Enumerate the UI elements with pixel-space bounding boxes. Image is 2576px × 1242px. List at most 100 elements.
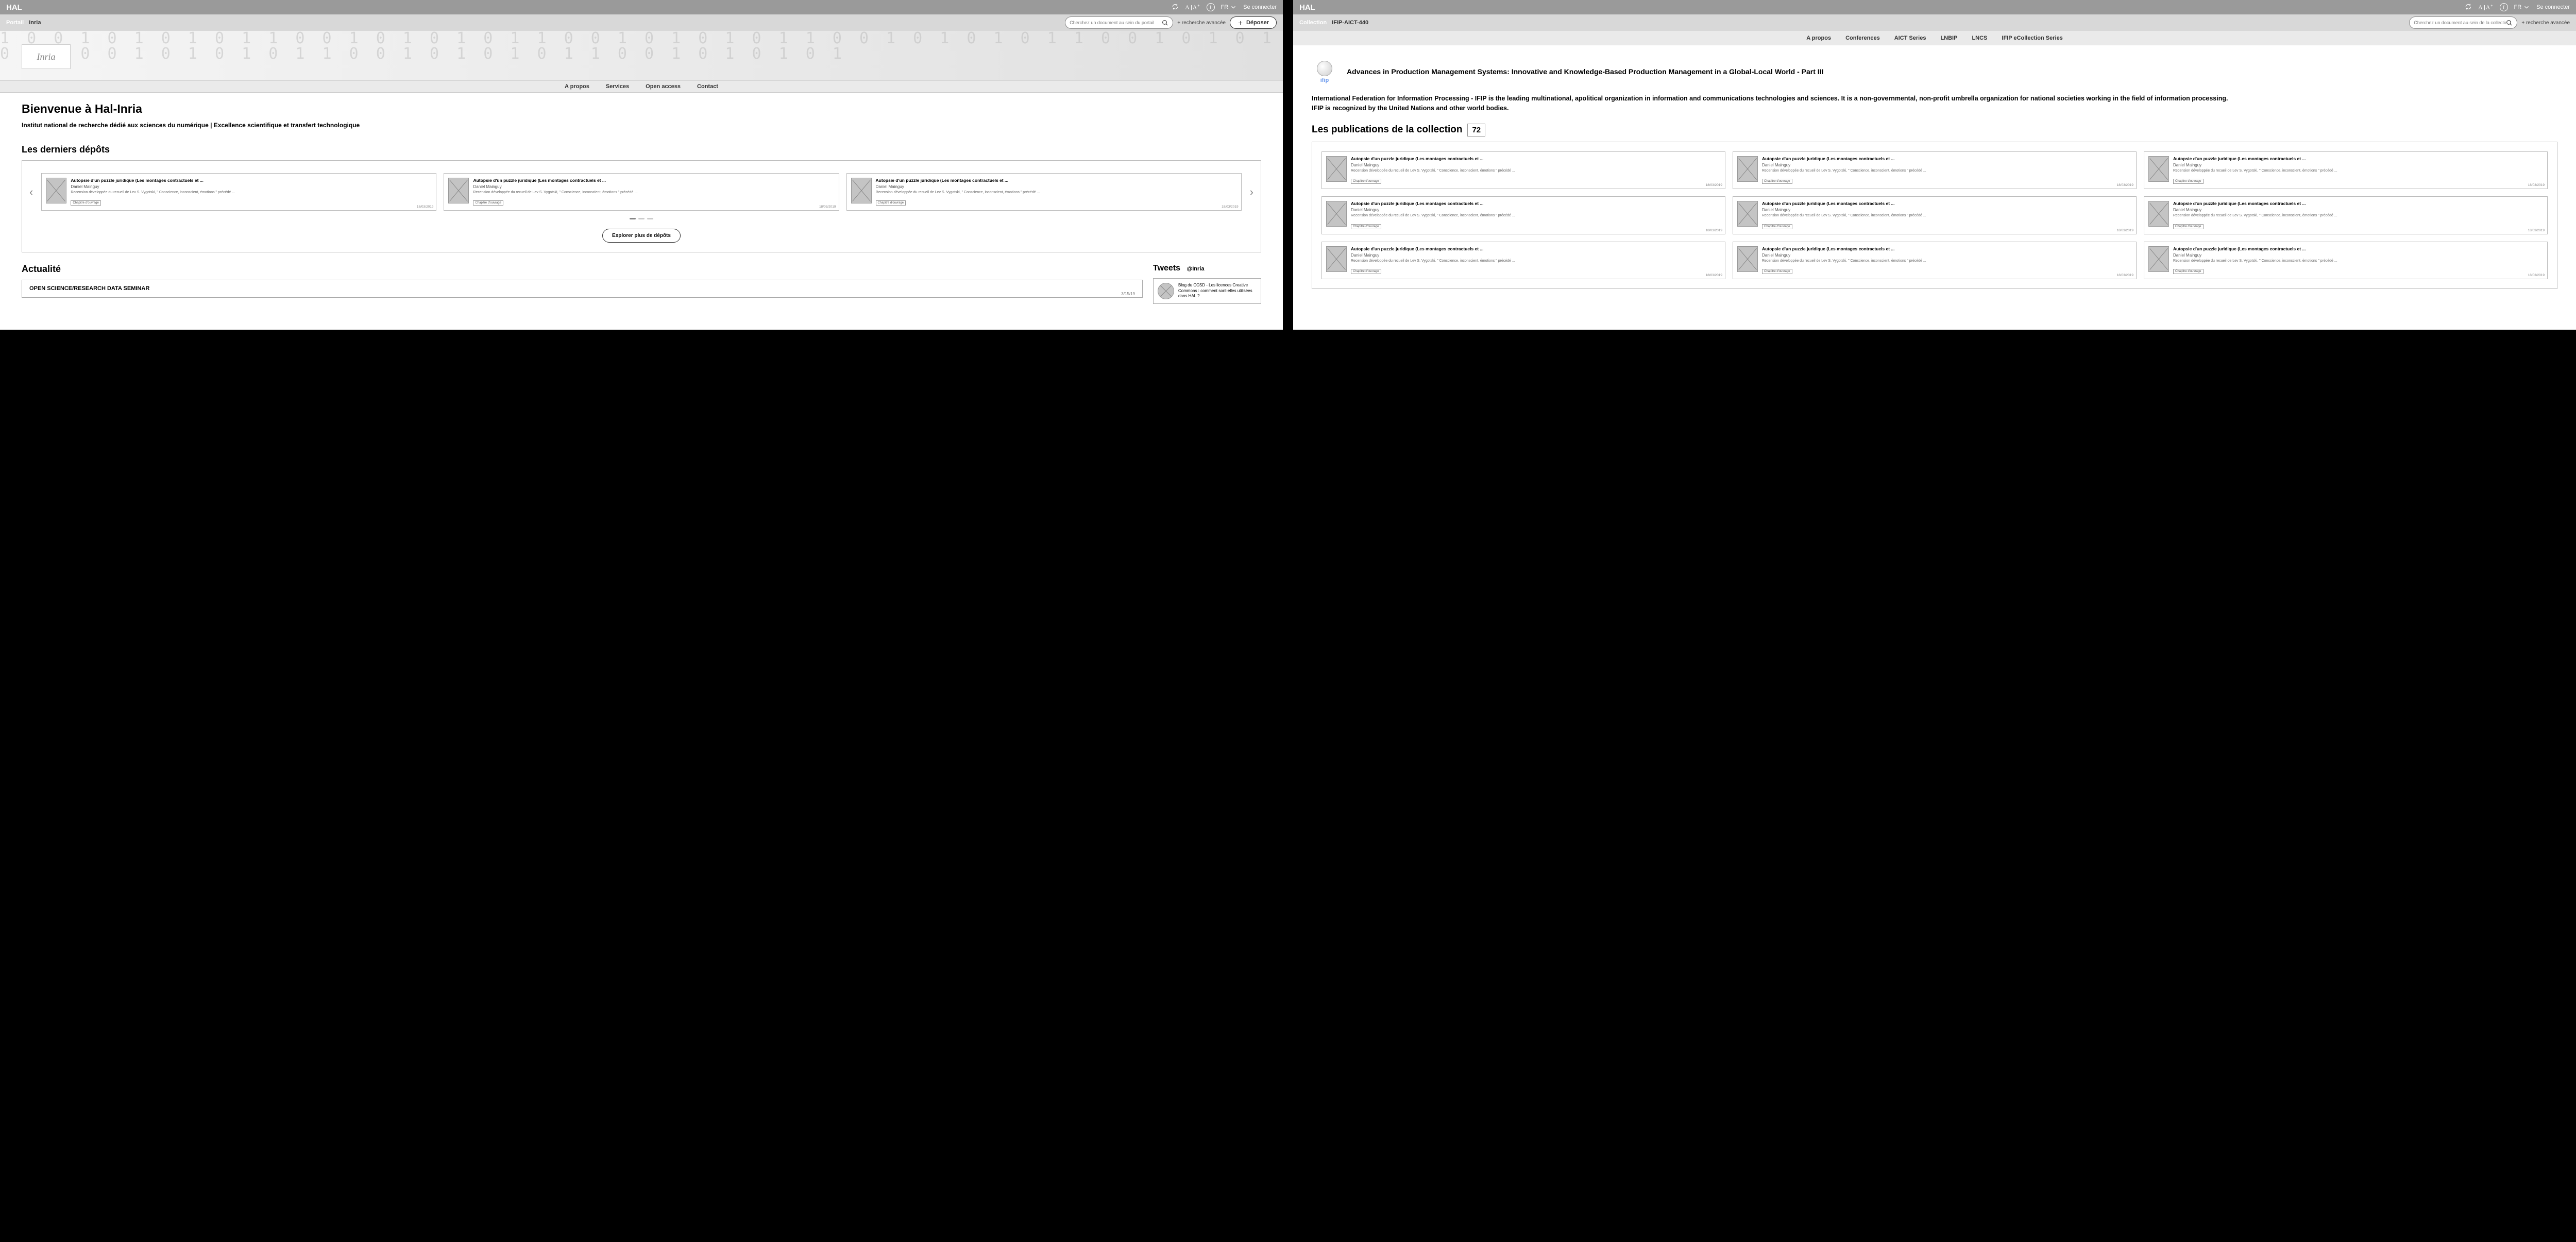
card-description: Recension développée du recueil de Lev S…	[473, 191, 834, 195]
collection-label: Collection	[1299, 20, 1327, 26]
publication-card[interactable]: Autopsie d'un puzzle juridique (Les mont…	[1733, 196, 2137, 234]
card-tag: Chapitre d'ouvrage	[1351, 179, 1381, 184]
deposit-button[interactable]: Déposer	[1230, 16, 1277, 29]
font-size-control[interactable]: AA+	[1185, 4, 1200, 11]
thumbnail	[1326, 156, 1347, 182]
card-date: 18/03/2019	[2528, 274, 2545, 277]
card-description: Recension développée du recueil de Lev S…	[1351, 214, 1721, 218]
banner: Inria	[0, 31, 1283, 80]
avatar	[1158, 283, 1174, 299]
explore-button[interactable]: Explorer plus de dépôts	[602, 229, 681, 243]
nav-conferences[interactable]: Conferences	[1845, 35, 1880, 41]
font-size-control[interactable]: AA+	[2478, 4, 2493, 11]
card-title: Autopsie d'un puzzle juridique (Les mont…	[1351, 201, 1721, 206]
nav-about[interactable]: A propos	[1806, 35, 1831, 41]
publication-card[interactable]: Autopsie d'un puzzle juridique (Les mont…	[846, 173, 1242, 211]
search-input[interactable]	[2414, 20, 2506, 25]
login-link[interactable]: Se connecter	[1243, 4, 1277, 10]
topbar: HAL AA+ i FR Se connecter	[0, 0, 1283, 14]
nav-lncs[interactable]: LNCS	[1972, 35, 1987, 41]
publication-card[interactable]: Autopsie d'un puzzle juridique (Les mont…	[1733, 242, 2137, 280]
carousel-prev[interactable]: ‹	[29, 185, 33, 199]
card-author: Daniel Mainguy	[1762, 253, 2132, 258]
language-selector[interactable]: FR	[1221, 4, 1238, 11]
publication-card[interactable]: Autopsie d'un puzzle juridique (Les mont…	[2144, 242, 2548, 280]
tweets-handle[interactable]: @Inria	[1187, 266, 1205, 272]
search-box[interactable]	[1065, 16, 1173, 29]
globe-icon	[1317, 61, 1332, 76]
card-title: Autopsie d'un puzzle juridique (Les mont…	[1762, 201, 2132, 206]
info-icon[interactable]: i	[2500, 3, 2508, 11]
inria-logo: Inria	[22, 44, 71, 69]
nav-openaccess[interactable]: Open access	[646, 83, 681, 90]
publications-count: 72	[1467, 124, 1485, 137]
nav-ecollection[interactable]: IFIP eCollection Series	[2002, 35, 2062, 41]
card-description: Recension développée du recueil de Lev S…	[1762, 169, 2132, 173]
card-tag: Chapitre d'ouvrage	[2173, 224, 2204, 229]
login-link[interactable]: Se connecter	[2536, 4, 2570, 10]
search-input[interactable]	[1070, 20, 1162, 25]
nav-about[interactable]: A propos	[565, 83, 589, 90]
thumbnail	[1326, 201, 1347, 227]
hal-logo[interactable]: HAL	[6, 3, 1172, 12]
card-author: Daniel Mainguy	[2173, 208, 2543, 212]
news-item[interactable]: OPEN SCIENCE/RESEARCH DATA SEMINAR 3/15/…	[22, 280, 1143, 298]
card-title: Autopsie d'un puzzle juridique (Les mont…	[473, 178, 834, 183]
card-author: Daniel Mainguy	[71, 184, 432, 189]
info-icon[interactable]: i	[1207, 3, 1215, 11]
refresh-icon[interactable]	[2465, 3, 2472, 12]
card-tag: Chapitre d'ouvrage	[876, 200, 906, 206]
card-tag: Chapitre d'ouvrage	[2173, 269, 2204, 274]
card-date: 18/03/2019	[1705, 183, 1722, 187]
card-author: Daniel Mainguy	[1351, 253, 1721, 258]
card-tag: Chapitre d'ouvrage	[2173, 179, 2204, 184]
topbar: HAL AA+ i FR Se connecter	[1293, 0, 2576, 14]
publication-card[interactable]: Autopsie d'un puzzle juridique (Les mont…	[2144, 151, 2548, 190]
search-icon[interactable]	[2506, 20, 2513, 26]
search-box[interactable]	[2409, 16, 2517, 29]
publication-card[interactable]: Autopsie d'un puzzle juridique (Les mont…	[1321, 151, 1725, 190]
tweet-item[interactable]: Blog du CCSD - Les licences Creative Com…	[1153, 278, 1261, 304]
card-description: Recension développée du recueil de Lev S…	[71, 191, 432, 195]
card-tag: Chapitre d'ouvrage	[1762, 179, 1792, 184]
publication-card[interactable]: Autopsie d'un puzzle juridique (Les mont…	[444, 173, 839, 211]
card-date: 18/03/2019	[1705, 274, 1722, 277]
card-date: 18/03/2019	[1705, 229, 1722, 232]
publication-card[interactable]: Autopsie d'un puzzle juridique (Les mont…	[2144, 196, 2548, 234]
language-selector[interactable]: FR	[2514, 4, 2531, 11]
nav-aict[interactable]: AICT Series	[1894, 35, 1926, 41]
card-description: Recension développée du recueil de Lev S…	[1351, 259, 1721, 263]
card-title: Autopsie d'un puzzle juridique (Les mont…	[1351, 156, 1721, 161]
nav-services[interactable]: Services	[606, 83, 629, 90]
ifip-logo: ifip	[1312, 57, 1337, 88]
card-author: Daniel Mainguy	[473, 184, 834, 189]
card-tag: Chapitre d'ouvrage	[1351, 224, 1381, 229]
nav-contact[interactable]: Contact	[697, 83, 718, 90]
publication-card[interactable]: Autopsie d'un puzzle juridique (Les mont…	[1321, 196, 1725, 234]
card-title: Autopsie d'un puzzle juridique (Les mont…	[71, 178, 432, 183]
card-author: Daniel Mainguy	[876, 184, 1237, 189]
publications-title: Les publications de la collection	[1312, 124, 1462, 135]
publication-card[interactable]: Autopsie d'un puzzle juridique (Les mont…	[1733, 151, 2137, 190]
thumbnail	[851, 178, 872, 203]
publication-card[interactable]: Autopsie d'un puzzle juridique (Les mont…	[1321, 242, 1725, 280]
thumbnail	[1326, 246, 1347, 272]
refresh-icon[interactable]	[1172, 3, 1179, 12]
carousel: ‹ Autopsie d'un puzzle juridique (Les mo…	[22, 160, 1261, 253]
advanced-search-link[interactable]: + recherche avancée	[2521, 20, 2570, 26]
chevron-down-icon	[1230, 4, 1237, 11]
carousel-dots[interactable]	[29, 218, 1253, 219]
publication-card[interactable]: Autopsie d'un puzzle juridique (Les mont…	[41, 173, 436, 211]
nav-lnbip[interactable]: LNBIP	[1940, 35, 1957, 41]
nav-tabs: A propos Conferences AICT Series LNBIP L…	[1293, 31, 2576, 45]
thumbnail	[2148, 246, 2169, 272]
card-tag: Chapitre d'ouvrage	[1762, 269, 1792, 274]
advanced-search-link[interactable]: + recherche avancée	[1177, 20, 1226, 26]
card-title: Autopsie d'un puzzle juridique (Les mont…	[876, 178, 1237, 183]
card-author: Daniel Mainguy	[1762, 163, 2132, 167]
search-icon[interactable]	[1162, 20, 1168, 26]
hal-logo[interactable]: HAL	[1299, 3, 2465, 12]
carousel-next[interactable]: ›	[1250, 185, 1253, 199]
nav-tabs: A propos Services Open access Contact	[0, 80, 1283, 93]
thumbnail	[1737, 246, 1758, 272]
